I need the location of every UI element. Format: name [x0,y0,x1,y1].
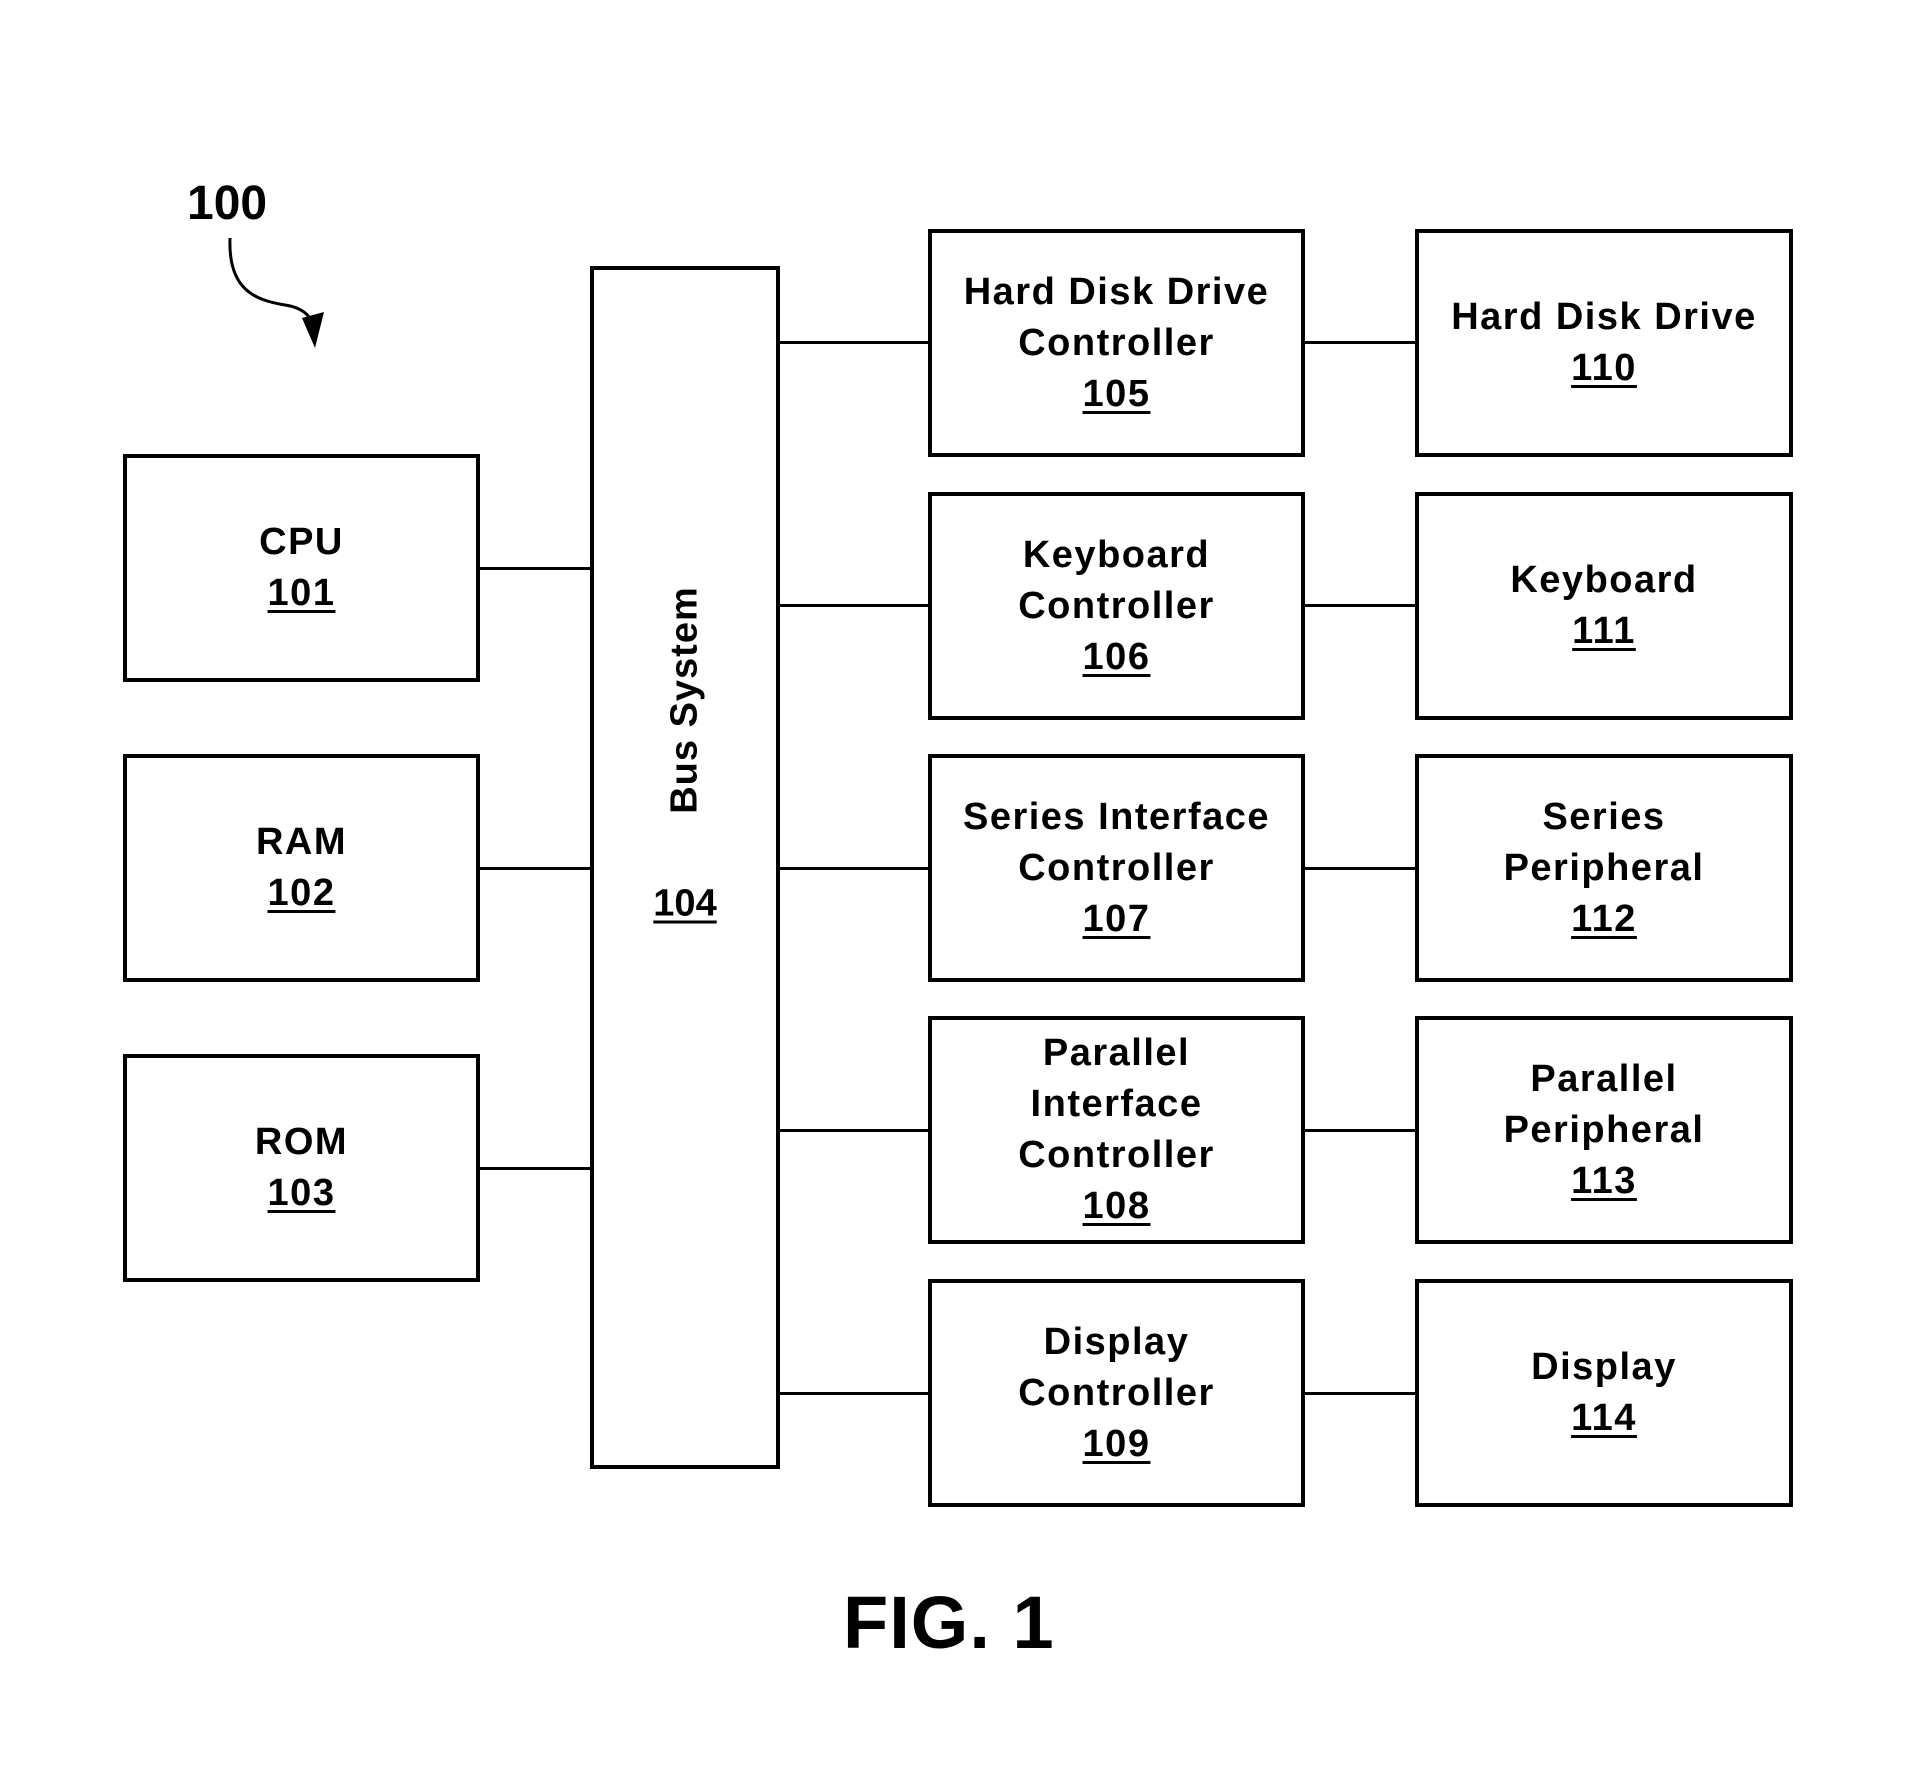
connector-bus-hdd-controller [779,341,929,344]
rom-number: 103 [267,1172,336,1214]
series-controller-label-line-1: Series Interface [962,795,1271,838]
keyboard-number: 111 [1572,610,1636,652]
keyboard-controller-label-line-2: Controller [1018,584,1215,627]
parallel-peripheral-number: 113 [1571,1159,1637,1202]
figure-caption: FIG. 1 [843,1581,1055,1664]
display-controller-number: 109 [1082,1422,1151,1465]
reference-arrow-icon [228,237,324,348]
rom-label: ROM [254,1121,349,1163]
connector-bus-series-controller [779,867,929,870]
keyboard-controller-box: Keyboard Controller 106 [928,492,1305,720]
connector-series-controller-peripheral [1304,867,1416,870]
display-controller-box: Display Controller 109 [928,1279,1305,1507]
parallel-peripheral-box: Parallel Peripheral 113 [1415,1016,1793,1244]
display-controller-label-line-2: Controller [1018,1371,1215,1414]
connector-hdd-controller-hdd [1304,341,1416,344]
connector-bus-keyboard-controller [779,604,929,607]
connector-bus-parallel-controller [779,1129,929,1132]
connector-ram-bus [480,867,592,870]
keyboard-controller-number: 106 [1082,635,1151,678]
bus-system-label: Bus System [663,586,706,814]
series-peripheral-number: 112 [1571,897,1637,940]
parallel-controller-label-line-3: Controller [1018,1134,1215,1176]
hdd-controller-label-line-2: Controller [1018,321,1215,364]
bus-system-number: 104 [653,882,717,925]
cpu-number: 101 [267,572,336,614]
display-box: Display 114 [1415,1279,1793,1507]
series-controller-number: 107 [1082,897,1151,940]
connector-bus-display-controller [779,1392,929,1395]
hdd-controller-number: 105 [1082,372,1151,415]
rom-box: ROM 103 [123,1054,480,1282]
ram-box: RAM 102 [123,754,480,982]
keyboard-box: Keyboard 111 [1415,492,1793,720]
hard-disk-drive-box: Hard Disk Drive 110 [1415,229,1793,457]
hdd-controller-box: Hard Disk Drive Controller 105 [928,229,1305,457]
connector-keyboard-controller-keyboard [1304,604,1416,607]
series-interface-controller-box: Series Interface Controller 107 [928,754,1305,982]
hdd-controller-label-line-1: Hard Disk Drive [963,270,1270,313]
connector-display-controller-display [1304,1392,1416,1395]
hard-disk-drive-number: 110 [1571,347,1637,389]
connector-parallel-controller-peripheral [1304,1129,1416,1132]
parallel-peripheral-label-line-2: Peripheral [1503,1108,1705,1151]
parallel-controller-label-line-2: Interface [1030,1083,1203,1125]
parallel-interface-controller-box: Parallel Interface Controller 108 [928,1016,1305,1244]
series-peripheral-label-line-2: Peripheral [1503,846,1705,889]
ram-label: RAM [255,821,348,863]
connector-rom-bus [480,1167,592,1170]
display-controller-label-line-1: Display [1043,1320,1190,1363]
series-peripheral-box: Series Peripheral 112 [1415,754,1793,982]
connector-cpu-bus [480,567,592,570]
ram-number: 102 [267,872,336,914]
keyboard-label: Keyboard [1510,559,1698,601]
series-peripheral-label-line-1: Series [1542,795,1666,838]
display-label: Display [1531,1346,1677,1388]
display-number: 114 [1571,1397,1637,1439]
series-controller-label-line-2: Controller [1018,846,1215,889]
hard-disk-drive-label: Hard Disk Drive [1451,296,1757,338]
parallel-controller-number: 108 [1082,1185,1151,1227]
bus-system-box [590,266,780,1469]
cpu-label: CPU [259,521,344,563]
parallel-controller-label-line-1: Parallel [1042,1032,1191,1074]
keyboard-controller-label-line-1: Keyboard [1022,533,1211,576]
parallel-peripheral-label-line-1: Parallel [1530,1057,1678,1100]
cpu-box: CPU 101 [123,454,480,682]
